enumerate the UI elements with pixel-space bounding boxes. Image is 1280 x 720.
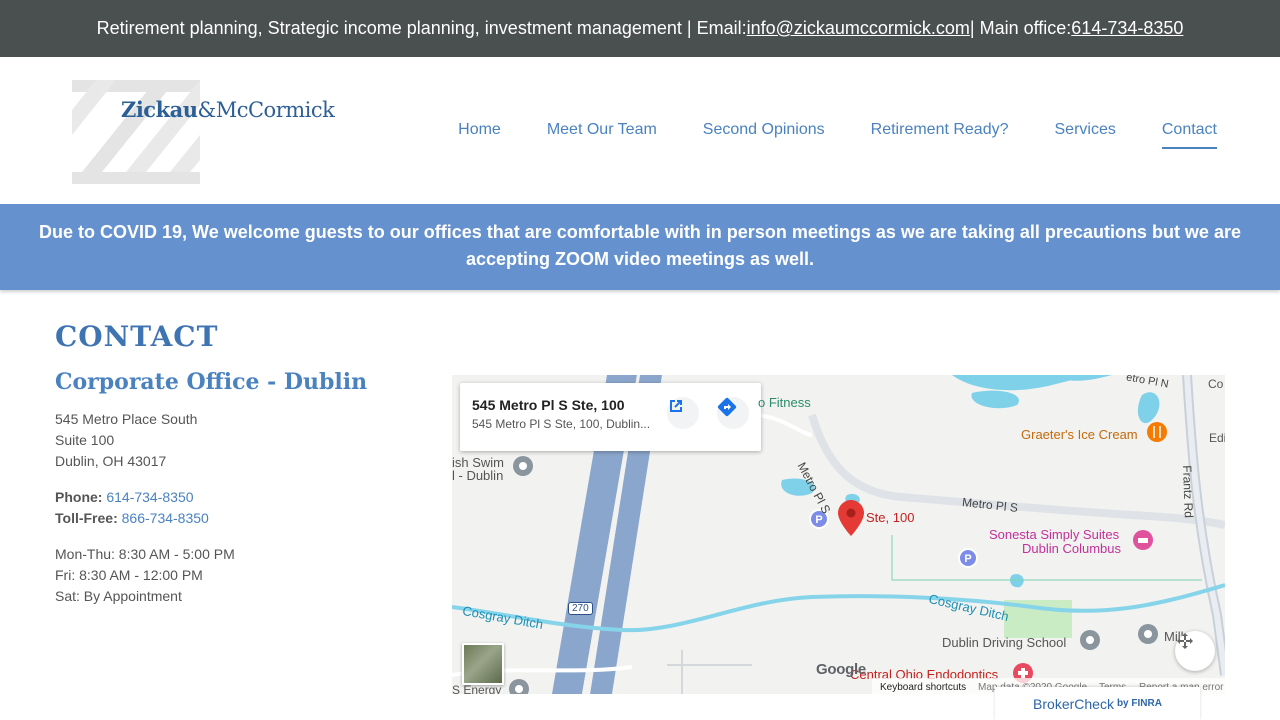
z-logo-mark-icon: [72, 80, 200, 184]
map-place-card: 545 Metro Pl S Ste, 100 545 Metro Pl S S…: [460, 383, 761, 451]
external-link-icon: [670, 400, 682, 412]
map-label-edi: Edi: [1209, 431, 1225, 445]
top-info-bar: Retirement planning, Strategic income pl…: [0, 0, 1280, 57]
place-marker-icon: [513, 456, 533, 476]
restaurant-icon: [1147, 422, 1167, 442]
tollfree-link[interactable]: 866-734-8350: [122, 510, 209, 526]
map-label-driving-school: Dublin Driving School: [942, 635, 1067, 650]
svg-text:P: P: [964, 553, 971, 565]
map-label-graeters: Graeter's Ice Cream: [1021, 427, 1138, 442]
brokercheck-label: BrokerCheck: [1033, 695, 1114, 712]
office-address: 545 Metro Place South Suite 100 Dublin, …: [55, 409, 415, 472]
office-hours: Mon-Thu: 8:30 AM - 5:00 PM Fri: 8:30 AM …: [55, 544, 415, 607]
hours-line: Sat: By Appointment: [55, 588, 182, 604]
map-label-sonesta: Sonesta Simply Suites: [989, 527, 1120, 542]
phone-label: Phone:: [55, 489, 103, 505]
address-line: Dublin, OH 43017: [55, 453, 167, 469]
address-line: 545 Metro Place South: [55, 411, 198, 427]
nav-contact[interactable]: Contact: [1161, 121, 1217, 149]
contact-section: CONTACT Corporate Office - Dublin 545 Me…: [0, 290, 1280, 720]
page-title: CONTACT: [55, 320, 219, 353]
keyboard-shortcuts-link[interactable]: Keyboard shortcuts: [880, 682, 966, 693]
map-label-swim-2: l - Dublin: [452, 468, 504, 483]
fullscreen-button[interactable]: [1175, 631, 1215, 671]
main-nav: Home Meet Our Team Second Opinions Retir…: [458, 121, 1217, 149]
nav-meet-our-team[interactable]: Meet Our Team: [547, 121, 657, 149]
email-link[interactable]: info@zickaumccormick.com: [747, 18, 970, 39]
location-pin-icon[interactable]: [838, 500, 864, 536]
fullscreen-icon: [1177, 633, 1193, 649]
map-card-title: 545 Metro Pl S Ste, 100: [472, 397, 625, 413]
directions-icon: [717, 397, 737, 417]
nav-second-opinions[interactable]: Second Opinions: [703, 121, 825, 149]
nav-retirement-ready[interactable]: Retirement Ready?: [871, 121, 1009, 149]
open-in-maps-button[interactable]: [667, 397, 699, 429]
covid-banner-text: Due to COVID 19, We welcome guests to ou…: [39, 222, 1241, 269]
google-logo: Google: [816, 661, 866, 678]
pin-label: Ste, 100: [866, 510, 915, 525]
place-marker-icon: [1080, 630, 1100, 650]
satellite-layer-toggle[interactable]: [462, 643, 504, 685]
map-label-sonesta-2: Dublin Columbus: [1022, 541, 1121, 556]
hours-line: Fri: 8:30 AM - 12:00 PM: [55, 567, 203, 583]
map-label-fitness: o Fitness: [758, 395, 811, 410]
hours-line: Mon-Thu: 8:30 AM - 5:00 PM: [55, 546, 235, 562]
svg-text:P: P: [815, 514, 822, 526]
directions-button[interactable]: [717, 397, 749, 429]
nav-home[interactable]: Home: [458, 121, 501, 149]
map-label-frantz-rd: Frantz Rd: [1180, 465, 1196, 519]
brokercheck-badge[interactable]: BrokerCheck by FINRA: [995, 687, 1200, 720]
covid-banner: Due to COVID 19, We welcome guests to ou…: [0, 204, 1280, 290]
map-label-co: Co: [1208, 377, 1224, 391]
office-title: Corporate Office - Dublin: [55, 369, 368, 395]
address-line: Suite 100: [55, 432, 115, 448]
interstate-270-shield: 270: [568, 602, 593, 615]
parking-icon: P: [958, 548, 978, 568]
nav-services[interactable]: Services: [1055, 121, 1116, 149]
hotel-icon: [1133, 530, 1153, 550]
main-office-phone-link[interactable]: 614-734-8350: [1071, 18, 1183, 39]
tollfree-label: Toll-Free:: [55, 510, 118, 526]
topbar-text: Retirement planning, Strategic income pl…: [96, 18, 747, 38]
site-logo[interactable]: Zickau&McCormick: [72, 80, 352, 184]
site-header: Zickau&McCormick Home Meet Our Team Seco…: [0, 57, 1280, 204]
contact-info: CONTACT Corporate Office - Dublin 545 Me…: [55, 320, 415, 607]
place-marker-icon: [1138, 624, 1158, 644]
place-marker-icon: [509, 679, 529, 694]
phone-link[interactable]: 614-734-8350: [106, 489, 193, 505]
brokercheck-finra: by FINRA: [1116, 698, 1162, 709]
logo-wordmark: Zickau&McCormick: [121, 97, 335, 122]
google-map[interactable]: 545 Metro Pl S Ste, 100 545 Metro Pl S S…: [452, 375, 1225, 694]
topbar-separator-text: | Main office:: [969, 18, 1072, 38]
phone-numbers: Phone: 614-734-8350 Toll-Free: 866-734-8…: [55, 487, 415, 529]
map-card-subtitle: 545 Metro Pl S Ste, 100, Dublin...: [472, 417, 651, 431]
